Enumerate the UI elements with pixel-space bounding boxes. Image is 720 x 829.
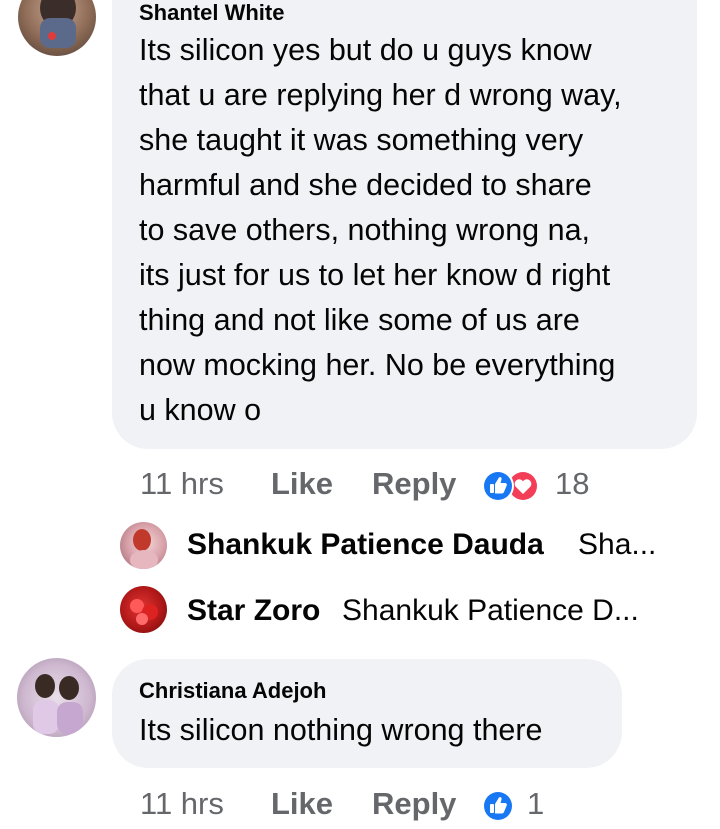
- reaction-count[interactable]: 18: [555, 466, 589, 502]
- reply-item[interactable]: Shankuk Patience Dauda Sha...: [120, 520, 700, 570]
- reply-button[interactable]: Reply: [372, 786, 456, 822]
- like-icon: [482, 470, 514, 502]
- comment-author[interactable]: Christiana Adejoh: [139, 678, 326, 704]
- reactions-summary[interactable]: [481, 788, 517, 824]
- comment-author[interactable]: Shantel White: [139, 0, 284, 26]
- reply-item[interactable]: Star Zoro Shankuk Patience D...: [120, 584, 700, 634]
- comment-time[interactable]: 11 hrs: [140, 786, 224, 822]
- reply-button[interactable]: Reply: [372, 466, 456, 502]
- reply-snippet: Sha...: [578, 528, 657, 561]
- reaction-count[interactable]: 1: [527, 786, 544, 822]
- avatar-photo: [33, 674, 83, 734]
- avatar-shantel-white[interactable]: [18, 0, 96, 56]
- reply-author[interactable]: Shankuk Patience Dauda: [187, 528, 544, 562]
- like-button[interactable]: Like: [271, 786, 333, 822]
- avatar-photo: [40, 0, 76, 48]
- like-button[interactable]: Like: [271, 466, 333, 502]
- reactions-summary[interactable]: [481, 468, 543, 504]
- comment-text: Its silicon yes but do u guys know that …: [139, 33, 622, 427]
- reply-author[interactable]: Star Zoro: [187, 594, 320, 628]
- avatar-shankuk-patience-dauda: [120, 522, 167, 569]
- avatar-christiana-adejoh[interactable]: [17, 658, 96, 737]
- avatar-star-zoro: [120, 586, 167, 633]
- reply-snippet: Shankuk Patience D...: [342, 594, 639, 627]
- like-icon: [482, 790, 514, 822]
- comment-text: Its silicon nothing wrong there: [139, 713, 543, 747]
- comment-time[interactable]: 11 hrs: [140, 466, 224, 502]
